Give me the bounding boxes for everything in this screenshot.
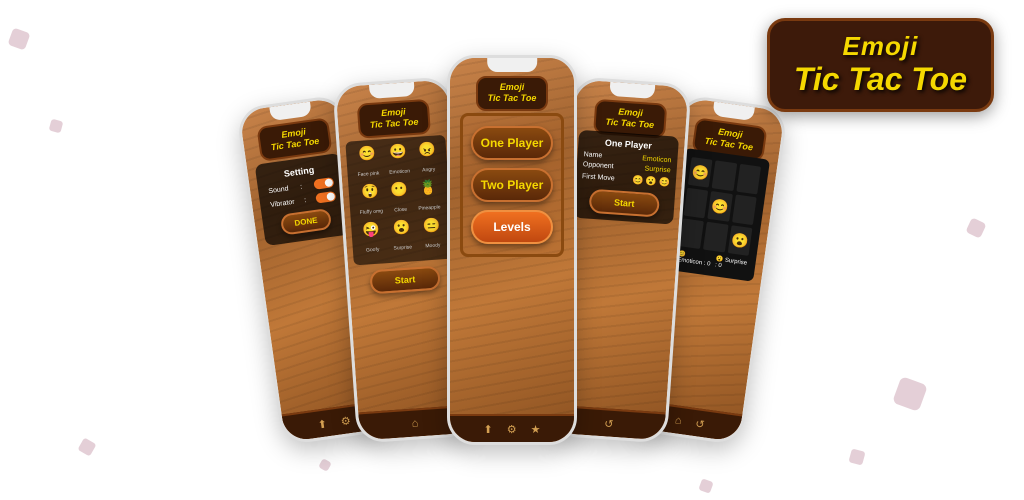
emoji-row-1: 😊 Face pink 😀 Emoticon 😠 Angry xyxy=(351,140,443,181)
sound-label: Sound xyxy=(268,185,289,195)
done-button[interactable]: DONE xyxy=(280,208,332,236)
share-icon[interactable]: ⬆ xyxy=(317,417,328,431)
home-icon-2[interactable]: ⌂ xyxy=(411,417,418,429)
cell-7[interactable] xyxy=(703,222,728,253)
emoji-grid: 😊 Face pink 😀 Emoticon 😠 Angry xyxy=(345,135,455,296)
levels-button[interactable]: Levels xyxy=(471,210,553,244)
op-opponent-value: Surprise xyxy=(644,165,671,174)
gear-icon-3[interactable]: ⚙ xyxy=(507,423,517,436)
emoji-fluffy[interactable]: 😲 Fluffy omg xyxy=(358,182,384,219)
two-player-button[interactable]: Two Player xyxy=(471,168,553,202)
emoji-surprise[interactable]: 😮 Surprise xyxy=(392,218,413,254)
home-icon-5[interactable]: ⌂ xyxy=(674,414,682,427)
phone-3-bottom: ⬆ ⚙ ★ xyxy=(450,414,574,442)
cell-6[interactable] xyxy=(679,218,704,249)
emoji-emoticon[interactable]: 😀 Emoticon xyxy=(387,142,410,178)
op-title: One Player xyxy=(584,136,672,152)
app-title-line2: Tic Tac Toe xyxy=(794,62,967,97)
emoji-angry[interactable]: 😠 Angry xyxy=(418,140,438,176)
settings-panel: Setting Sound : Vibrator : DONE xyxy=(255,153,352,246)
start-button-4[interactable]: Start xyxy=(588,189,660,218)
emoji-moody[interactable]: 😑 Moody xyxy=(422,216,442,252)
refresh-icon-4[interactable]: ↺ xyxy=(604,417,614,431)
one-player-panel: One Player Name Emoticon Opponent Surpri… xyxy=(573,130,679,225)
sound-toggle[interactable] xyxy=(313,177,334,190)
refresh-icon-5[interactable]: ↺ xyxy=(695,417,706,431)
share-icon-3[interactable]: ⬆ xyxy=(484,423,493,436)
first-move-emojis: 😊 😮 😊 xyxy=(632,175,670,189)
gear-icon[interactable]: ⚙ xyxy=(340,414,352,428)
phone-3-title: EmojiTic Tac Toe xyxy=(450,76,574,111)
op-first-move-row: First Move 😊 😮 😊 xyxy=(582,171,671,188)
app-title-block: Emoji Tic Tac Toe xyxy=(767,18,994,112)
ttt-grid: 😊 😊 😮 xyxy=(679,157,761,256)
star-icon-3[interactable]: ★ xyxy=(531,423,541,436)
cell-8[interactable]: 😮 xyxy=(727,225,752,256)
vibrator-toggle[interactable] xyxy=(315,191,336,204)
cell-5[interactable] xyxy=(732,194,757,225)
phone-menu: EmojiTic Tac Toe One Player Two Player L… xyxy=(447,55,577,445)
emoji-row-2: 😲 Fluffy omg 😶 Close 🍍 Pineapple xyxy=(353,178,445,219)
op-opponent-label: Opponent xyxy=(583,161,614,170)
cell-4[interactable]: 😊 xyxy=(708,191,733,222)
emoji-goofy[interactable]: 😜 Goofy xyxy=(362,221,382,257)
emoji-pineapple[interactable]: 🍍 Pineapple xyxy=(416,178,441,214)
one-player-button[interactable]: One Player xyxy=(471,126,553,160)
op-first-move-label: First Move xyxy=(582,173,615,182)
emoji-row-3: 😜 Goofy 😮 Surprise 😑 Moody xyxy=(356,216,448,257)
cell-0[interactable]: 😊 xyxy=(688,157,713,188)
menu-panel: One Player Two Player Levels xyxy=(460,113,564,257)
op-name-label: Name xyxy=(583,151,602,159)
op-name-value: Emoticon xyxy=(642,155,672,164)
start-button-2[interactable]: Start xyxy=(369,266,441,295)
vibrator-label: Vibrator xyxy=(270,198,295,208)
app-title-line1: Emoji xyxy=(794,31,967,62)
cell-3[interactable] xyxy=(684,188,709,219)
score-text: 😊 Emoticon : 0 xyxy=(677,250,713,268)
cell-2[interactable] xyxy=(736,164,761,195)
emoji-face-pink[interactable]: 😊 Face pink xyxy=(356,145,380,181)
emoji-close[interactable]: 😶 Close xyxy=(390,181,410,217)
notch-3 xyxy=(487,58,537,72)
cell-1[interactable] xyxy=(712,160,737,191)
